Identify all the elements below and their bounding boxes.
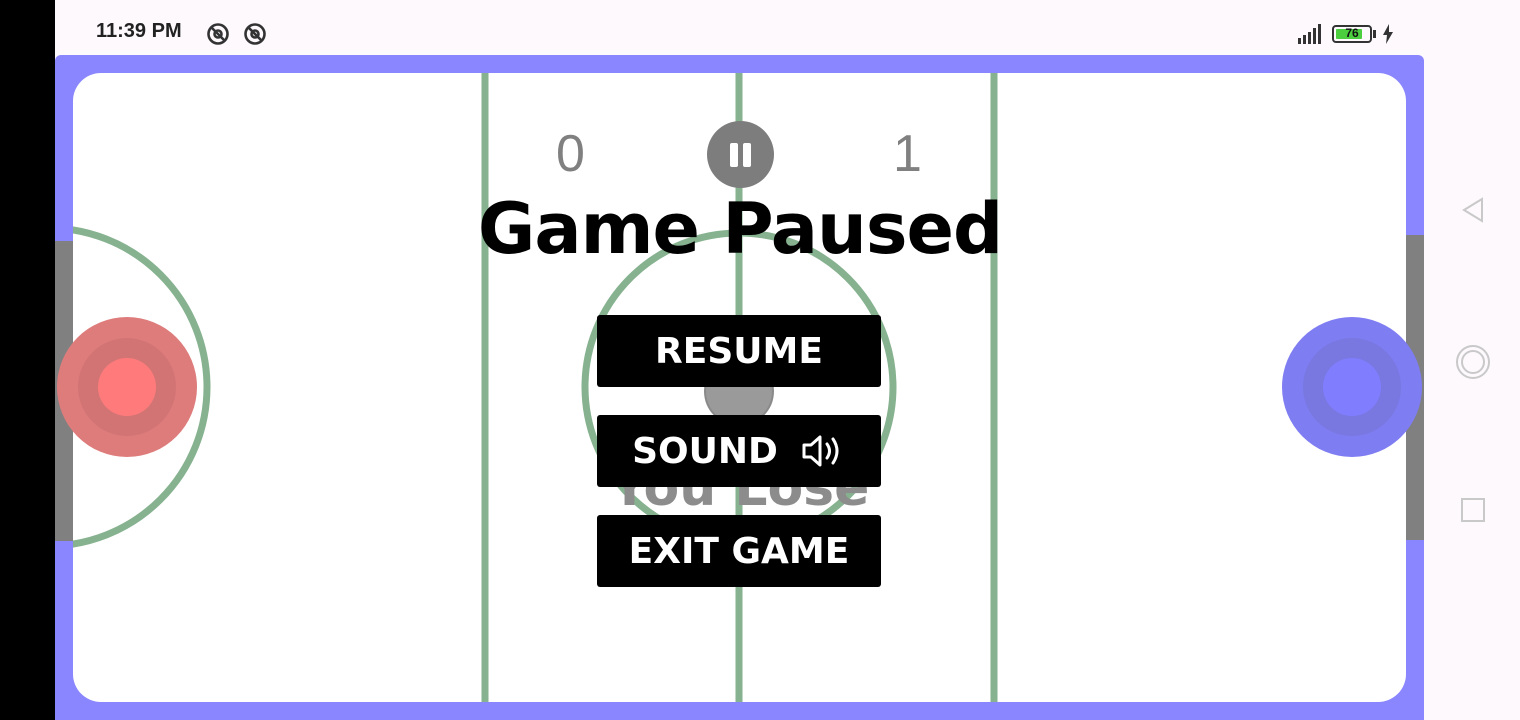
home-icon[interactable] (1454, 343, 1492, 381)
speaker-icon (802, 435, 839, 467)
battery-nub (1373, 30, 1376, 38)
back-icon[interactable] (1458, 195, 1488, 225)
sound-button[interactable]: SOUND (597, 415, 881, 487)
pause-icon (730, 143, 738, 167)
pause-button[interactable] (707, 121, 774, 188)
sync-icon (244, 23, 266, 45)
signal-bars-icon (1298, 24, 1321, 44)
sound-label: SOUND (632, 430, 778, 472)
status-time: 11:39 PM (96, 20, 182, 42)
sync-icon (207, 23, 229, 45)
battery-icon: 76 (1332, 25, 1372, 43)
recents-icon[interactable] (1458, 495, 1488, 525)
red-mallet[interactable] (56, 316, 198, 458)
resume-label: RESUME (655, 330, 823, 372)
pause-icon (743, 143, 751, 167)
game-paused-title: Game Paused (477, 188, 1003, 270)
charging-bolt-icon (1383, 24, 1393, 44)
score-right: 1 (893, 125, 922, 183)
blue-mallet[interactable] (1281, 316, 1423, 458)
status-right-cluster: 76 (1298, 22, 1394, 46)
screen-edge (0, 0, 55, 720)
battery-level: 76 (1345, 26, 1359, 40)
exit-game-label: EXIT GAME (628, 530, 850, 572)
score-left: 0 (556, 125, 585, 183)
resume-button[interactable]: RESUME (597, 315, 881, 387)
exit-game-button[interactable]: EXIT GAME (597, 515, 881, 587)
